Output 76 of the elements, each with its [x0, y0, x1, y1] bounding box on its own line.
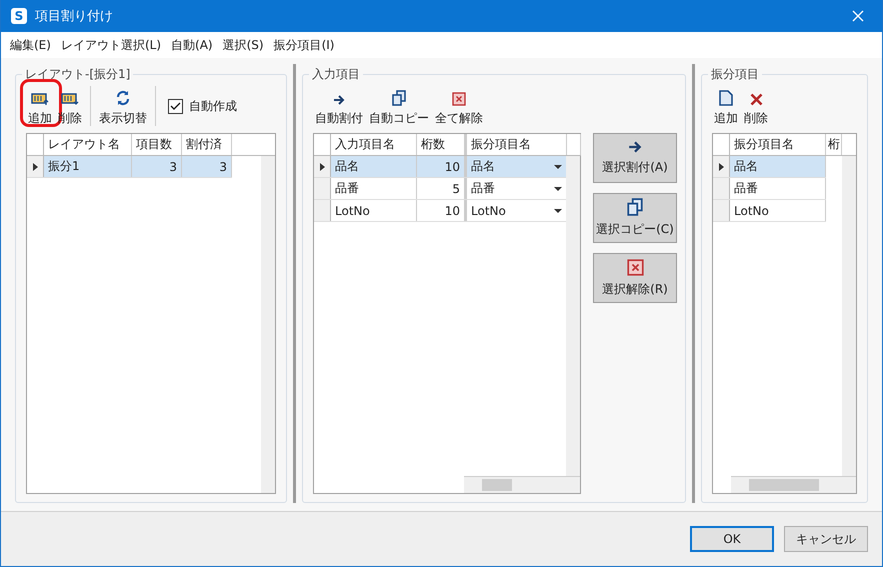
column-header[interactable]: 桁数 — [417, 134, 465, 155]
delete-row-icon — [61, 92, 79, 106]
vertical-scrollbar[interactable] — [842, 156, 856, 477]
dialog-button[interactable]: OK — [690, 526, 774, 552]
grid-row[interactable]: LotNo 10 LotNo — [314, 200, 567, 222]
horizontal-scrollbar[interactable] — [464, 476, 580, 493]
column-header[interactable]: 桁 — [826, 134, 842, 155]
toolbar-button[interactable]: 追加 — [26, 92, 54, 129]
copy-icon — [391, 90, 407, 106]
document-icon — [719, 90, 733, 106]
table-cell: LotNo — [331, 200, 417, 221]
clear-icon — [626, 258, 644, 276]
table-cell: 10 — [417, 200, 465, 221]
group-title: レイアウト-[振分1] — [22, 66, 134, 83]
row-header[interactable] — [314, 156, 331, 177]
horizontal-scrollbar[interactable] — [731, 476, 856, 493]
toolbar-button[interactable]: 自動コピー — [367, 90, 431, 129]
group-title: 振分項目 — [708, 66, 762, 83]
table-cell: 5 — [417, 178, 465, 199]
dropdown-caret-icon — [554, 208, 562, 212]
column-header[interactable]: 振分項目名 — [730, 134, 826, 155]
table-cell: 振分1 — [44, 156, 132, 177]
add-row-icon — [31, 92, 49, 106]
grid-row[interactable]: 品名 — [713, 156, 826, 178]
arrow-right-icon — [333, 94, 345, 106]
toolbar-button[interactable]: 削除 — [742, 93, 770, 129]
grid-row[interactable]: 品番 — [713, 178, 826, 200]
table-cell: 品番 — [730, 178, 826, 199]
row-header[interactable] — [27, 156, 44, 177]
arrow-right-icon — [628, 140, 642, 154]
grid-row[interactable]: 品名 10 品名 — [314, 156, 567, 178]
group-title: 入力項目 — [309, 66, 363, 83]
table-cell: 品名 — [331, 156, 417, 177]
table-cell: LotNo — [730, 200, 826, 221]
menu-item[interactable]: 振分項目(I) — [268, 36, 340, 54]
auto-create-checkbox[interactable]: 自動作成 — [168, 98, 237, 114]
row-header[interactable] — [713, 156, 730, 177]
toolbar-button[interactable]: 自動割付 — [313, 94, 365, 129]
vertical-scrollbar[interactable] — [261, 156, 275, 493]
table-cell: 品番 — [331, 178, 417, 199]
side-button[interactable]: 選択割付(A) — [593, 133, 677, 183]
grid-row[interactable]: 振分1 3 3 — [27, 156, 232, 178]
menu-item[interactable]: 編集(E) — [5, 36, 56, 54]
dropdown-caret-icon — [554, 164, 562, 168]
table-cell: 品名 — [730, 156, 826, 177]
menu-item[interactable]: 自動(A) — [166, 36, 218, 54]
copy-icon — [626, 198, 644, 216]
toolbar-button[interactable]: 表示切替 — [97, 90, 149, 129]
close-icon[interactable] — [852, 10, 864, 22]
row-pointer-icon — [320, 162, 324, 170]
delete-icon — [750, 93, 762, 106]
column-header[interactable]: レイアウト名 — [44, 134, 132, 155]
menu-item[interactable]: 選択(S) — [218, 36, 269, 54]
row-pointer-icon — [32, 162, 38, 170]
dropdown-cell[interactable]: 品名 — [465, 156, 567, 177]
grid-row[interactable]: LotNo — [713, 200, 826, 222]
column-header[interactable]: 割付済 — [182, 134, 232, 155]
toolbar-button[interactable]: 追加 — [712, 90, 740, 129]
column-header[interactable]: 入力項目名 — [331, 134, 417, 155]
toolbar-button[interactable]: 全て解除 — [433, 92, 485, 129]
checkmark-icon — [170, 102, 181, 110]
table-cell: 10 — [417, 156, 465, 177]
dropdown-caret-icon — [554, 186, 562, 190]
refresh-icon — [115, 90, 131, 106]
column-header[interactable]: 項目数 — [132, 134, 182, 155]
window-title: 項目割り付け — [35, 8, 114, 25]
table-cell: 3 — [132, 156, 182, 177]
menu-item[interactable]: レイアウト選択(L) — [56, 36, 166, 54]
vertical-scrollbar[interactable] — [566, 156, 580, 477]
row-pointer-icon — [718, 162, 724, 170]
clear-icon — [452, 92, 466, 106]
table-cell: 3 — [182, 156, 232, 177]
side-button[interactable]: 選択解除(R) — [593, 253, 677, 303]
dialog-button[interactable]: キャンセル — [784, 526, 868, 552]
side-button[interactable]: 選択コピー(C) — [593, 193, 677, 243]
app-logo-icon: S — [11, 8, 27, 24]
